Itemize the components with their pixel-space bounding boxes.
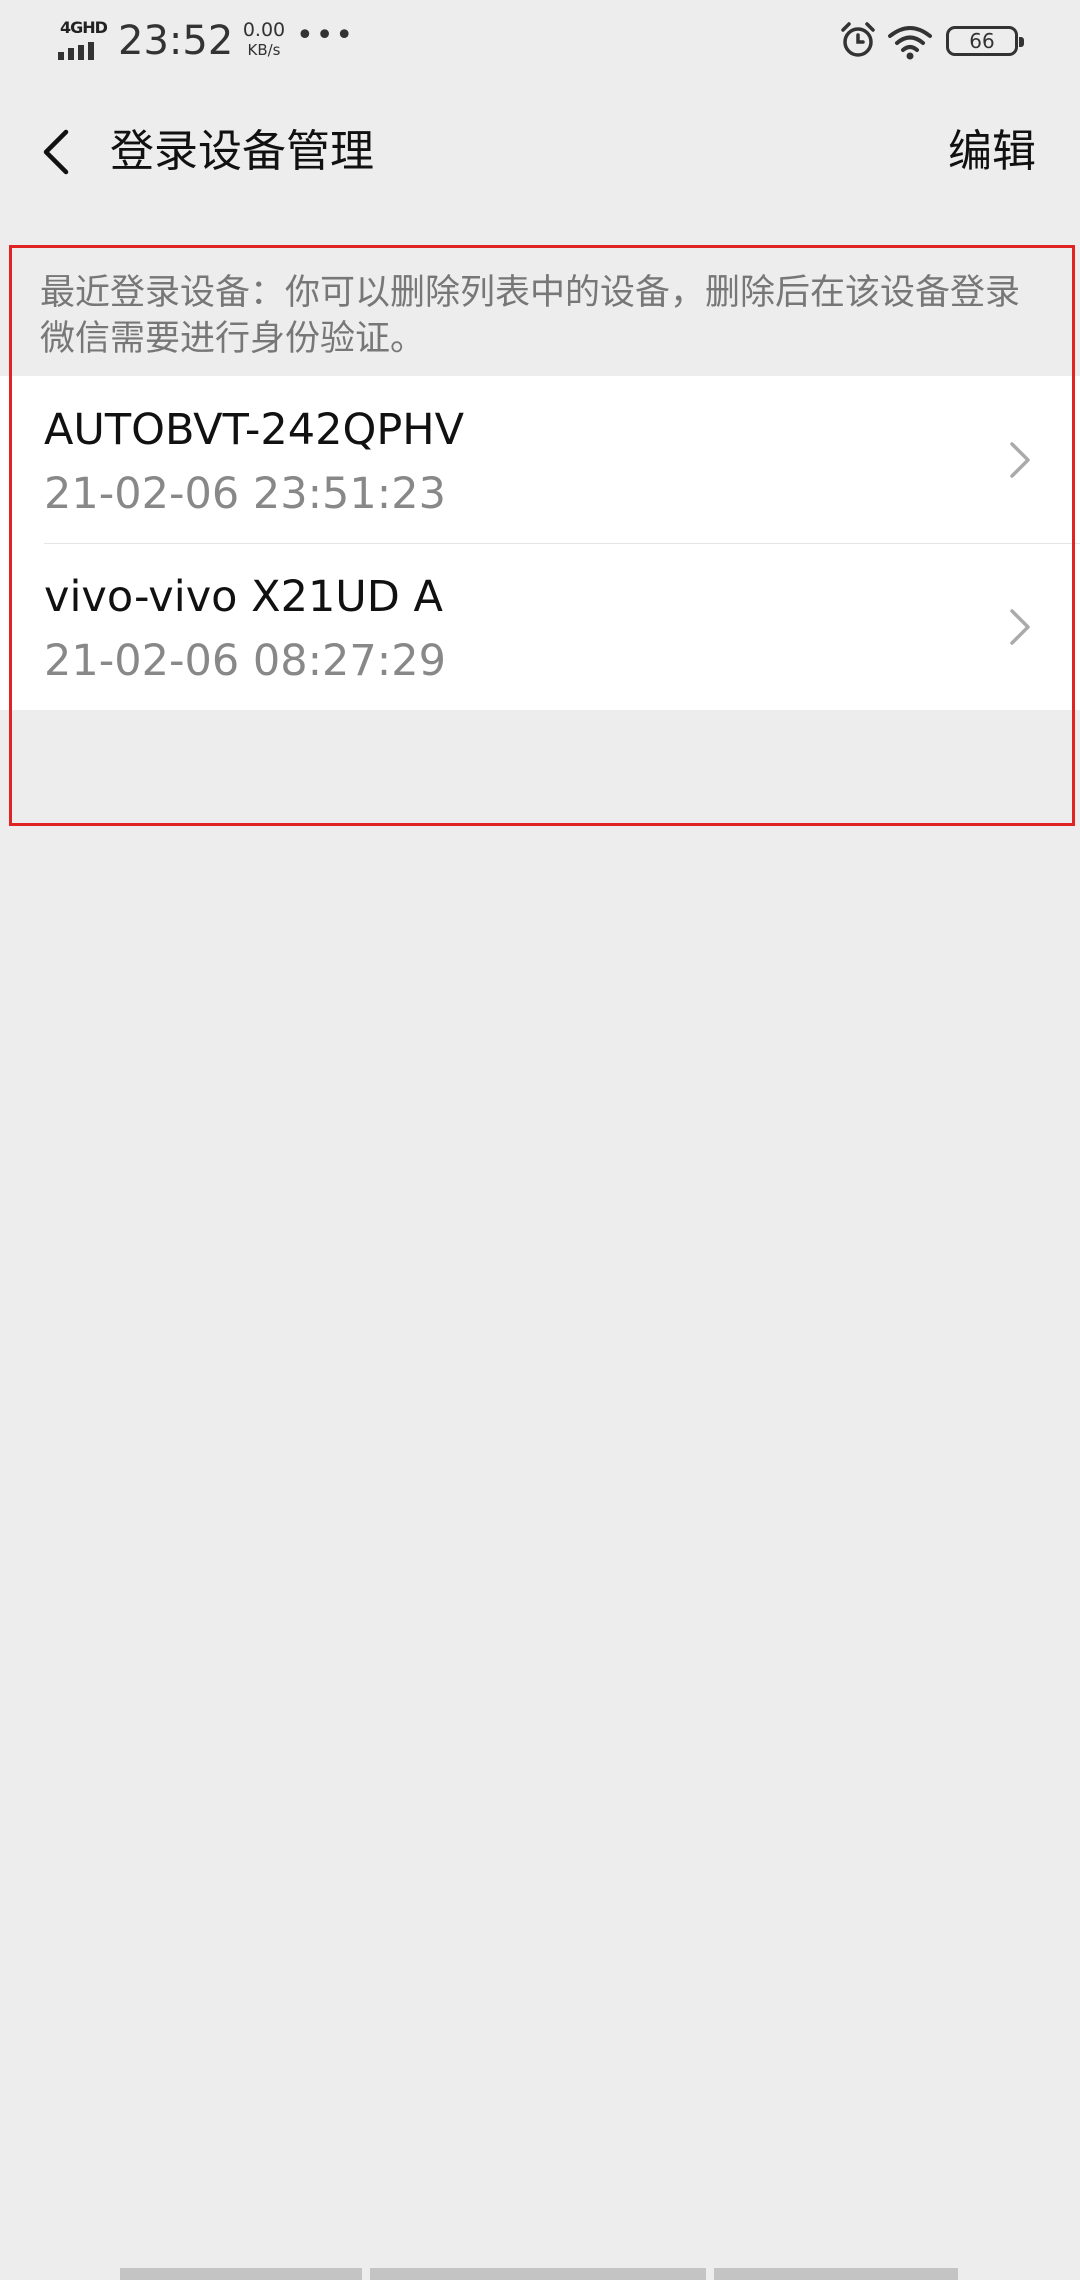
chevron-right-icon: [1010, 609, 1030, 645]
network-speed: 0.00 KB/s: [236, 20, 292, 60]
indicator-segment: [120, 2268, 362, 2280]
title-bar: 登录设备管理 编辑: [0, 84, 1080, 220]
battery-icon: 66: [946, 26, 1024, 56]
status-time: 23:52: [118, 18, 234, 64]
edit-button[interactable]: 编辑: [948, 124, 1036, 180]
more-notifications-icon: •••: [296, 18, 356, 53]
alarm-icon: [841, 22, 875, 57]
page-title: 登录设备管理: [110, 126, 374, 177]
network-speed-value: 0.00: [242, 19, 286, 41]
bottom-indicator: [120, 2268, 960, 2280]
chevron-right-icon: [1010, 442, 1030, 478]
status-bar: 4GHD 23:52 0.00 KB/s ••• 66: [0, 0, 1080, 84]
device-row[interactable]: AUTOBVT-242QPHV 21-02-06 23:51:23: [0, 376, 1080, 543]
device-login-time: 21-02-06 23:51:23: [44, 469, 446, 519]
device-login-time: 21-02-06 08:27:29: [44, 636, 446, 686]
device-row[interactable]: vivo-vivo X21UD A 21-02-06 08:27:29: [0, 543, 1080, 710]
device-name: AUTOBVT-242QPHV: [44, 405, 465, 455]
device-name: vivo-vivo X21UD A: [44, 572, 443, 622]
network-speed-unit: KB/s: [247, 41, 281, 59]
signal-icon: 4GHD: [58, 18, 108, 60]
indicator-segment: [714, 2268, 958, 2280]
device-list: AUTOBVT-242QPHV 21-02-06 23:51:23 vivo-v…: [0, 376, 1080, 710]
indicator-segment: [370, 2268, 706, 2280]
chevron-left-icon[interactable]: [26, 120, 90, 184]
wifi-icon: [888, 26, 932, 60]
network-type: 4GHD: [60, 18, 108, 37]
recent-devices-tip: 最近登录设备：你可以删除列表中的设备，删除后在该设备登录微信需要进行身份验证。: [40, 273, 1021, 359]
